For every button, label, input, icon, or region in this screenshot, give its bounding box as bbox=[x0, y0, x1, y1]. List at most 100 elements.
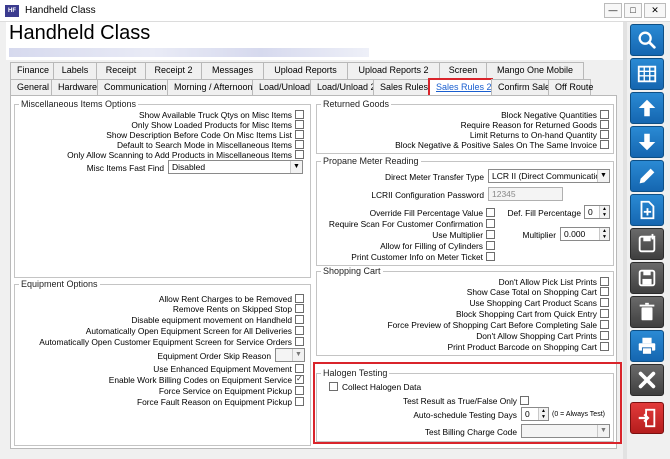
tab-load-unload-2[interactable]: Load/Unload 2 bbox=[310, 79, 376, 96]
cart-no-prints-checkbox[interactable] bbox=[600, 331, 609, 340]
equip-disable-movement-checkbox[interactable] bbox=[295, 315, 304, 324]
close-button[interactable]: ✕ bbox=[644, 3, 666, 18]
tab-hardware[interactable]: Hardware bbox=[51, 79, 98, 96]
cart-item-label: Show Case Total on Shopping Cart bbox=[466, 287, 597, 297]
edit-icon bbox=[639, 168, 655, 184]
equip-skip-reason-label: Equipment Order Skip Reason bbox=[157, 351, 271, 361]
edit-button[interactable] bbox=[630, 160, 664, 192]
misc-search-mode-checkbox[interactable] bbox=[295, 140, 304, 149]
equipment-item-label: Force Service on Equipment Pickup bbox=[158, 386, 292, 396]
propane-override-checkbox[interactable] bbox=[486, 208, 495, 217]
tab-mango-one-mobile[interactable]: Mango One Mobile bbox=[486, 62, 584, 79]
cart-force-preview-checkbox[interactable] bbox=[600, 320, 609, 329]
tab-finance[interactable]: Finance bbox=[10, 62, 54, 79]
equipment-item-label: Use Enhanced Equipment Movement bbox=[153, 364, 292, 374]
misc-fast-find-select[interactable]: Disabled ▼ bbox=[168, 160, 303, 174]
returned-item-label: Require Reason for Returned Goods bbox=[460, 120, 597, 130]
returned-block-mixed-sales-checkbox[interactable] bbox=[600, 140, 609, 149]
new-button[interactable] bbox=[630, 194, 664, 226]
minimize-button[interactable]: — bbox=[604, 3, 622, 18]
cart-product-scans-checkbox[interactable] bbox=[600, 298, 609, 307]
save-new-button[interactable] bbox=[630, 228, 664, 260]
tab-morning-afternoon[interactable]: Morning / Afternoon bbox=[167, 79, 253, 96]
cart-print-barcode-checkbox[interactable] bbox=[600, 342, 609, 351]
cancel-button[interactable] bbox=[630, 364, 664, 396]
move-up-button[interactable] bbox=[630, 92, 664, 124]
chevron-down-icon: ▼ bbox=[292, 349, 304, 361]
cart-no-picklist-checkbox[interactable] bbox=[600, 277, 609, 286]
propane-def-fill-label: Def. Fill Percentage bbox=[507, 208, 581, 218]
returned-require-reason-checkbox[interactable] bbox=[600, 120, 609, 129]
tab-load-unload[interactable]: Load/Unload bbox=[252, 79, 311, 96]
equip-work-billing-codes-checkbox[interactable] bbox=[295, 374, 304, 384]
cart-case-total-checkbox[interactable] bbox=[600, 287, 609, 296]
equipment-legend: Equipment Options bbox=[21, 279, 98, 289]
propane-scan-label: Require Scan For Customer Confirmation bbox=[328, 219, 483, 229]
save-button[interactable] bbox=[630, 262, 664, 294]
propane-multiplier-stepper[interactable]: 0.000 ▲ ▼ bbox=[560, 227, 610, 241]
tab-communications[interactable]: Communications bbox=[97, 79, 171, 96]
propane-transfer-select[interactable]: LCR II (Direct Communicatio ▼ bbox=[488, 169, 610, 183]
delete-button[interactable] bbox=[630, 296, 664, 328]
propane-print-ticket-checkbox[interactable] bbox=[486, 252, 495, 261]
propane-cylinders-checkbox[interactable] bbox=[486, 241, 495, 250]
propane-scan-checkbox[interactable] bbox=[486, 219, 495, 228]
move-down-button[interactable] bbox=[630, 126, 664, 158]
tab-labels[interactable]: Labels bbox=[53, 62, 97, 79]
cart-block-quick-entry-checkbox[interactable] bbox=[600, 309, 609, 318]
misc-truck-qtys-checkbox[interactable] bbox=[295, 110, 304, 119]
exit-button[interactable] bbox=[630, 402, 664, 434]
tab-general[interactable]: General bbox=[10, 79, 52, 96]
equip-allow-rent-removal-checkbox[interactable] bbox=[295, 294, 304, 303]
maximize-button[interactable]: □ bbox=[624, 3, 642, 18]
propane-cylinders-label: Allow for Filling of Cylinders bbox=[380, 241, 483, 251]
misc-fast-find-value: Disabled bbox=[172, 162, 206, 172]
misc-scanning-only-checkbox[interactable] bbox=[295, 150, 304, 159]
print-button[interactable] bbox=[630, 330, 664, 362]
returned-block-negative-checkbox[interactable] bbox=[600, 110, 609, 119]
propane-override-label: Override Fill Percentage Value bbox=[369, 208, 483, 218]
equip-enhanced-movement-checkbox[interactable] bbox=[295, 364, 304, 373]
grid-button[interactable] bbox=[630, 58, 664, 90]
spin-arrows-icon: ▲ ▼ bbox=[599, 228, 609, 240]
tab-row-2: General Hardware Communications Morning … bbox=[10, 78, 593, 97]
equip-skip-reason-select[interactable]: ▼ bbox=[275, 348, 305, 362]
tab-receipt-2[interactable]: Receipt 2 bbox=[145, 62, 202, 79]
chevron-down-icon: ▼ bbox=[597, 170, 609, 182]
title-bar: HF Handheld Class — □ ✕ bbox=[0, 0, 670, 22]
search-button[interactable] bbox=[630, 24, 664, 56]
equipment-item-label: Enable Work Billing Codes on Equipment S… bbox=[108, 375, 292, 385]
propane-password-input[interactable]: 12345 bbox=[488, 187, 563, 201]
propane-password-label: LCRII Configuration Password bbox=[371, 190, 484, 200]
tab-upload-reports[interactable]: Upload Reports bbox=[263, 62, 348, 79]
tab-sales-rules[interactable]: Sales Rules bbox=[373, 79, 430, 96]
propane-def-fill-stepper[interactable]: 0 ▲ ▼ bbox=[584, 205, 610, 219]
equip-force-fault-reason-checkbox[interactable] bbox=[295, 397, 304, 406]
returned-limit-onhand-checkbox[interactable] bbox=[600, 130, 609, 139]
misc-item-label: Default to Search Mode in Miscellaneous … bbox=[116, 140, 292, 150]
equip-open-service-orders-checkbox[interactable] bbox=[295, 337, 304, 346]
misc-item-label: Show Description Before Code On Misc Ite… bbox=[106, 130, 292, 140]
tab-upload-reports-2[interactable]: Upload Reports 2 bbox=[347, 62, 440, 79]
tab-sales-rules-2[interactable]: Sales Rules 2 bbox=[428, 78, 493, 97]
propane-multiplier-cb-label: Use Multiplier bbox=[432, 230, 483, 240]
misc-loaded-products-checkbox[interactable] bbox=[295, 120, 304, 129]
equip-force-service-checkbox[interactable] bbox=[295, 386, 304, 395]
chevron-down-icon: ▼ bbox=[290, 161, 302, 173]
tab-messages[interactable]: Messages bbox=[201, 62, 264, 79]
delete-icon bbox=[639, 302, 655, 321]
equip-remove-rents-checkbox[interactable] bbox=[295, 304, 304, 313]
app-logo-icon: HF bbox=[5, 4, 19, 17]
misc-item-label: Only Show Loaded Products for Misc Items bbox=[131, 120, 292, 130]
tab-receipt[interactable]: Receipt bbox=[96, 62, 146, 79]
equipment-item-label: Remove Rents on Skipped Stop bbox=[172, 304, 292, 314]
propane-use-multiplier-checkbox[interactable] bbox=[486, 230, 495, 239]
propane-multiplier-label: Multiplier bbox=[522, 230, 556, 240]
tab-confirm-sale[interactable]: Confirm Sale bbox=[491, 79, 550, 96]
returned-goods-legend: Returned Goods bbox=[323, 99, 390, 109]
equip-open-all-deliveries-checkbox[interactable] bbox=[295, 326, 304, 335]
misc-description-first-checkbox[interactable] bbox=[295, 130, 304, 139]
tab-screen[interactable]: Screen bbox=[439, 62, 487, 79]
page-title: Handheld Class bbox=[9, 22, 151, 44]
tab-off-route[interactable]: Off Route bbox=[548, 79, 593, 96]
